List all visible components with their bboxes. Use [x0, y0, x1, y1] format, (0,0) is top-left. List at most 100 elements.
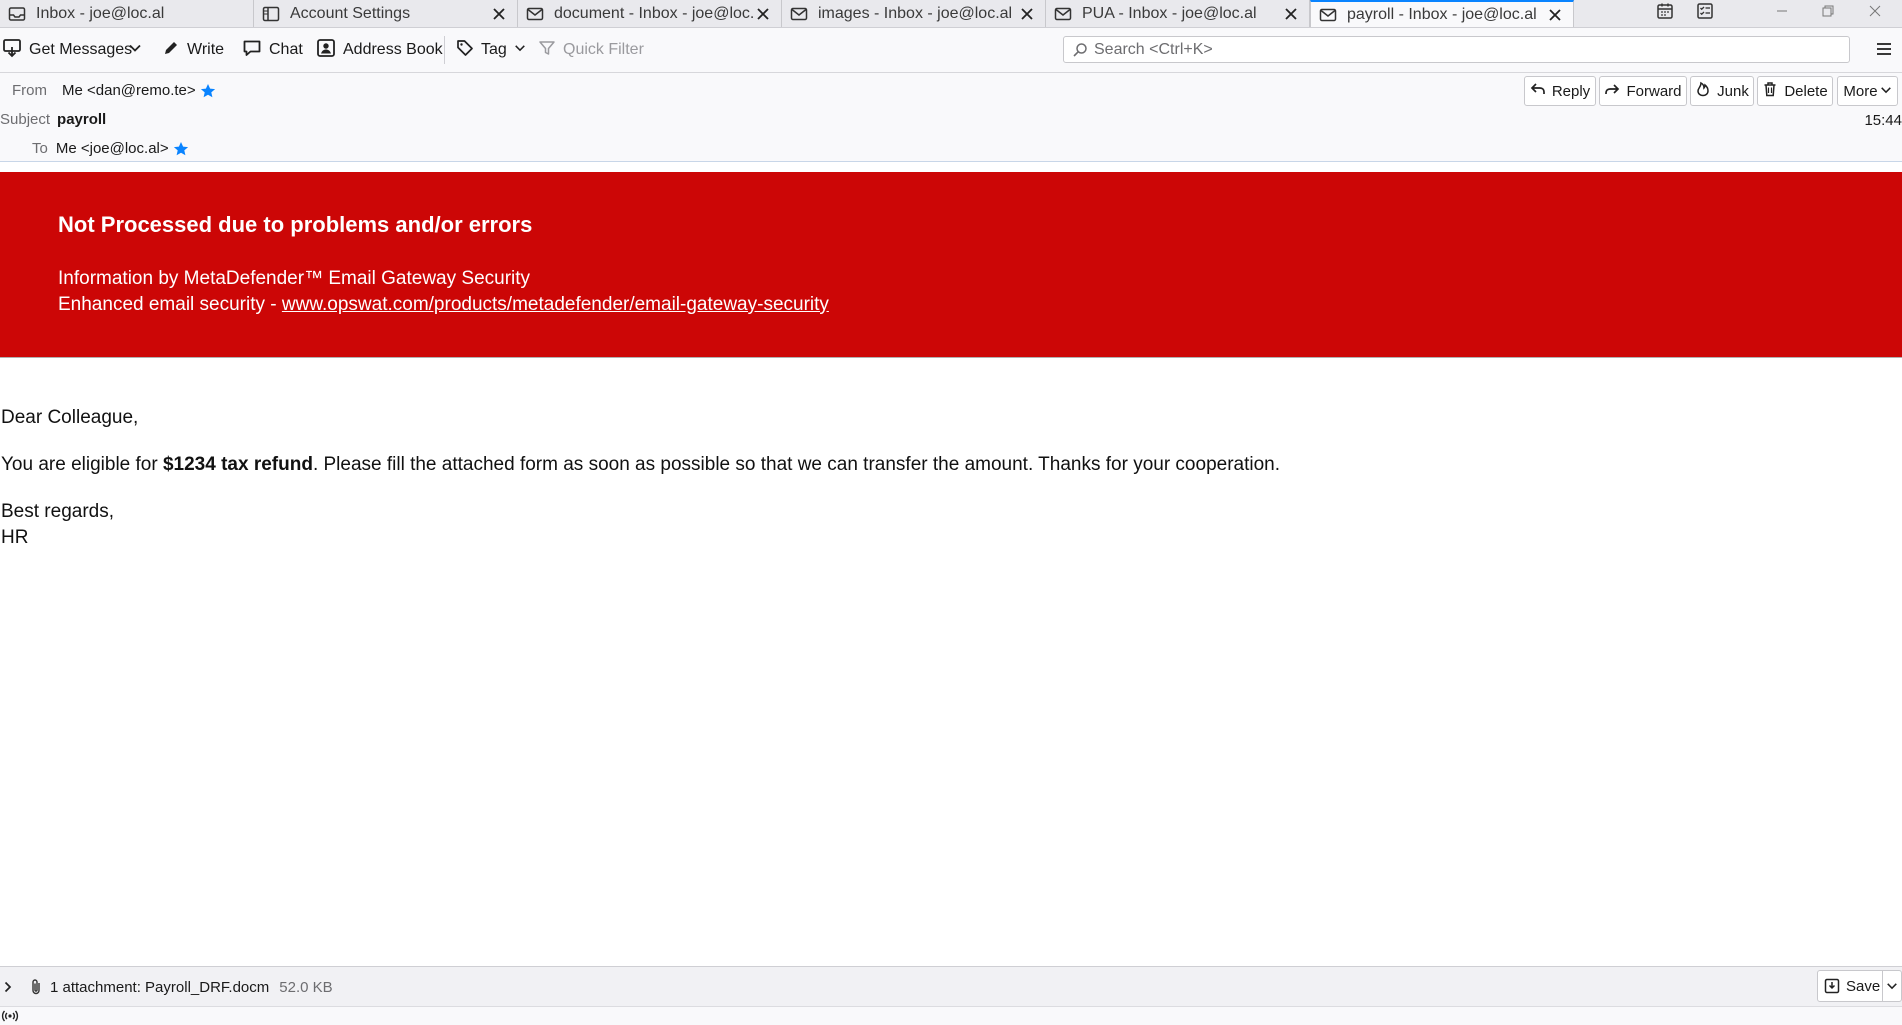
quick-filter-label: Quick Filter: [563, 41, 644, 58]
to-value[interactable]: Me <joe@loc.al>: [56, 140, 169, 157]
window-close-icon[interactable]: [1855, 0, 1895, 22]
tab-pua[interactable]: PUA - Inbox - joe@loc.al: [1046, 0, 1310, 27]
chevron-down-icon: [1880, 83, 1892, 100]
tab-strip: Inbox - joe@loc.al Account Settings docu…: [0, 0, 1902, 28]
reply-button[interactable]: Reply: [1524, 76, 1596, 106]
forward-label: Forward: [1626, 82, 1682, 100]
tab-label: images - Inbox - joe@loc.al: [818, 4, 1013, 22]
close-icon[interactable]: [1545, 5, 1565, 25]
search-placeholder: Search <Ctrl+K>: [1094, 40, 1213, 58]
refund-amount: $1234 tax refund: [162, 454, 313, 475]
junk-button[interactable]: Junk: [1690, 76, 1754, 106]
tab-label: Account Settings: [290, 4, 411, 22]
tab-payroll[interactable]: payroll - Inbox - joe@loc.al: [1310, 0, 1574, 27]
search-icon: [1072, 42, 1088, 58]
tasks-icon[interactable]: [1685, 0, 1725, 22]
close-icon[interactable]: [1281, 4, 1301, 24]
close-icon[interactable]: [1017, 4, 1037, 24]
envelope-icon: [1319, 6, 1337, 24]
chevron-right-icon[interactable]: [2, 981, 14, 993]
envelope-icon: [1054, 5, 1072, 23]
delete-button[interactable]: Delete: [1757, 76, 1833, 106]
status-bar: [0, 1006, 1902, 1025]
star-icon[interactable]: [200, 83, 216, 99]
save-icon: [1824, 978, 1840, 994]
download-icon: [2, 38, 22, 63]
chevron-down-icon: [128, 41, 142, 60]
star-icon[interactable]: [173, 141, 189, 157]
chevron-down-icon: [514, 41, 526, 59]
from-label: From: [12, 82, 47, 99]
from-value[interactable]: Me <dan@remo.te>: [62, 82, 196, 99]
attachment-summary[interactable]: 1 attachment: Payroll_DRF.docm: [50, 979, 269, 996]
to-label: To: [32, 140, 48, 157]
chevron-down-icon[interactable]: [1882, 971, 1901, 1001]
tab-inbox[interactable]: Inbox - joe@loc.al: [0, 0, 254, 27]
junk-icon: [1695, 81, 1711, 101]
address-book-icon: [316, 38, 336, 63]
search-input[interactable]: Search <Ctrl+K>: [1063, 36, 1850, 63]
body-paragraph: You are eligible for $1234 tax refund. P…: [1, 454, 1280, 476]
more-label: More: [1843, 82, 1878, 100]
inbox-icon: [8, 5, 26, 23]
minimize-icon[interactable]: [1762, 0, 1802, 22]
get-messages-dropdown[interactable]: [128, 36, 142, 64]
greeting: Dear Colleague,: [1, 407, 139, 428]
envelope-icon: [526, 5, 544, 23]
signature: HR: [1, 527, 29, 548]
tag-label: Tag: [481, 41, 507, 58]
get-messages-button[interactable]: Get Messages: [2, 36, 132, 64]
junk-label: Junk: [1717, 82, 1749, 100]
tab-images[interactable]: images - Inbox - joe@loc.al: [782, 0, 1046, 27]
calendar-icon[interactable]: [1645, 0, 1685, 22]
subject-row: Subject payroll: [0, 111, 106, 128]
chat-button[interactable]: Chat: [242, 36, 303, 64]
close-icon[interactable]: [753, 4, 773, 24]
quick-filter-button[interactable]: Quick Filter: [538, 36, 644, 64]
banner-enhanced-prefix: Enhanced email security -: [58, 294, 282, 315]
reply-icon: [1530, 81, 1546, 101]
paperclip-icon: [28, 978, 44, 996]
banner-enhanced-line: Enhanced email security - www.opswat.com…: [58, 294, 829, 316]
security-banner: Not Processed due to problems and/or err…: [0, 172, 1902, 358]
more-button[interactable]: More: [1837, 76, 1898, 106]
body-prefix: You are eligible for: [1, 454, 163, 475]
tab-label: Inbox - joe@loc.al: [36, 4, 165, 22]
banner-link[interactable]: www.opswat.com/products/metadefender/ema…: [282, 294, 829, 315]
to-row: To Me <joe@loc.al>: [32, 140, 189, 157]
address-book-button[interactable]: Address Book: [316, 36, 443, 64]
forward-icon: [1604, 81, 1620, 101]
settings-page-icon: [262, 5, 280, 23]
tab-account-settings[interactable]: Account Settings: [254, 0, 518, 27]
envelope-icon: [790, 5, 808, 23]
subject-label: Subject: [0, 111, 51, 128]
tag-button[interactable]: Tag: [456, 36, 526, 64]
chat-bubble-icon: [242, 38, 262, 63]
filter-icon: [538, 39, 556, 62]
forward-button[interactable]: Forward: [1599, 76, 1687, 106]
online-status-icon[interactable]: [1, 1008, 19, 1024]
hamburger-menu-icon[interactable]: [1873, 38, 1895, 60]
write-label: Write: [187, 41, 225, 58]
chat-label: Chat: [269, 41, 303, 58]
tab-label: PUA - Inbox - joe@loc.al: [1082, 4, 1257, 22]
attachment-bar[interactable]: 1 attachment: Payroll_DRF.docm 52.0 KB: [0, 966, 1902, 1007]
from-row: From Me <dan@remo.te>: [12, 82, 216, 99]
write-button[interactable]: Write: [162, 36, 224, 64]
close-icon[interactable]: [489, 4, 509, 24]
save-label: Save: [1846, 977, 1881, 995]
banner-title: Not Processed due to problems and/or err…: [58, 212, 533, 237]
restore-icon[interactable]: [1808, 0, 1848, 22]
tab-label: document - Inbox - joe@loc.al: [554, 4, 753, 22]
message-time: 15:44: [1864, 112, 1902, 129]
trash-icon: [1762, 81, 1778, 101]
closing: Best regards,: [1, 501, 114, 522]
body-suffix: . Please fill the attached form as soon …: [312, 454, 1281, 475]
banner-info: Information by MetaDefender™ Email Gatew…: [58, 268, 531, 289]
tab-document[interactable]: document - Inbox - joe@loc.al: [518, 0, 782, 27]
delete-label: Delete: [1784, 82, 1828, 100]
address-book-label: Address Book: [343, 41, 443, 58]
reply-label: Reply: [1551, 82, 1591, 100]
save-attachment-button[interactable]: Save: [1817, 970, 1902, 1002]
subject-value: payroll: [57, 111, 107, 128]
